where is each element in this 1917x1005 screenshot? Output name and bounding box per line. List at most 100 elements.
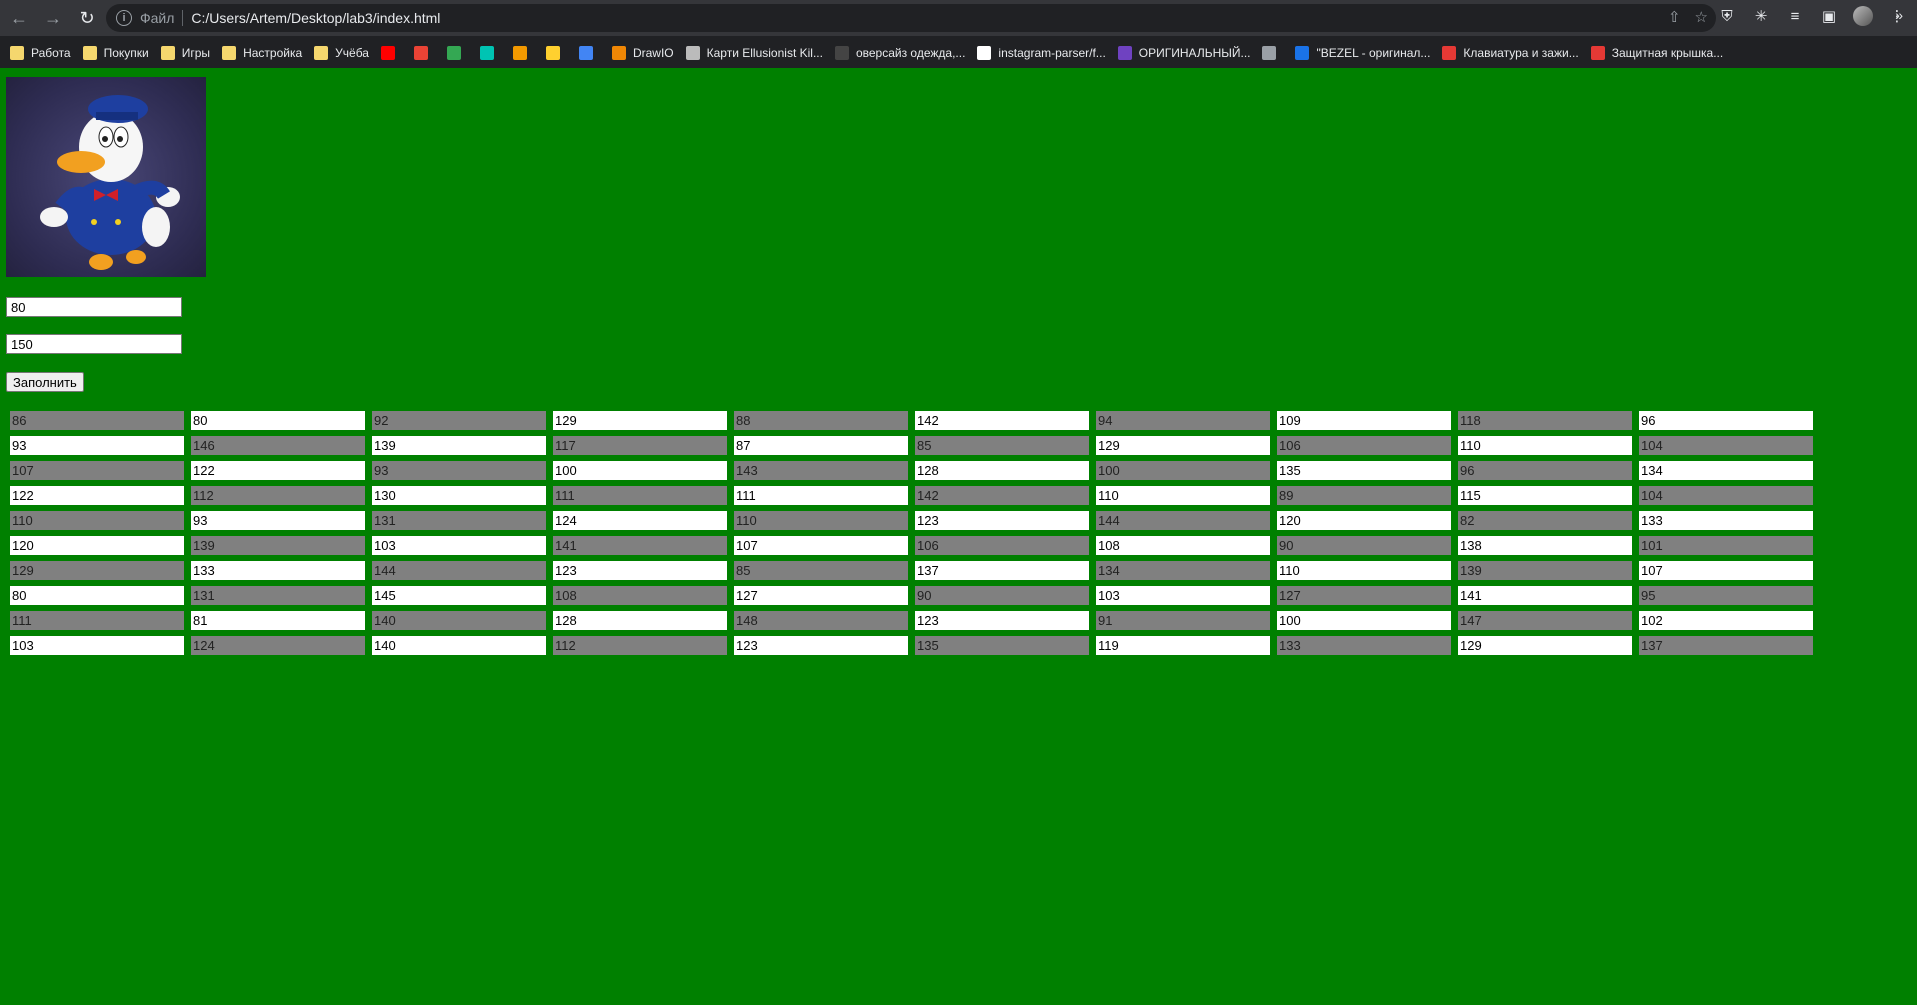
bookmark-item[interactable]: "BEZEL - оригинал... — [1295, 46, 1430, 60]
bookmark-item[interactable]: DrawIO — [611, 46, 674, 60]
table-cell: 124 — [191, 636, 365, 655]
forward-icon[interactable]: → — [38, 3, 68, 33]
table-cell: 102 — [1639, 611, 1813, 630]
bookmark-label: ОРИГИНАЛЬНЫЙ... — [1138, 46, 1251, 60]
table-cell: 81 — [191, 611, 365, 630]
table-cell: 127 — [734, 586, 908, 605]
bookmark-item[interactable] — [578, 46, 600, 60]
bookmark-item[interactable]: ОРИГИНАЛЬНЫЙ... — [1117, 46, 1251, 60]
table-cell: 129 — [1096, 436, 1270, 455]
table-cell: 128 — [915, 461, 1089, 480]
table-cell: 93 — [191, 511, 365, 530]
bookmark-item[interactable]: Клавиатура и зажи... — [1442, 46, 1579, 60]
table-cell: 141 — [1458, 586, 1632, 605]
bookmark-item[interactable]: оверсайз одежда,... — [834, 46, 966, 60]
chevron-right-icon[interactable]: » — [1895, 7, 1903, 23]
table-cell: 123 — [553, 561, 727, 580]
puzzle-icon[interactable]: ✳ — [1751, 6, 1771, 26]
table-cell: 91 — [1096, 611, 1270, 630]
table-cell: 111 — [734, 486, 908, 505]
table-cell: 131 — [191, 586, 365, 605]
info-icon[interactable]: i — [116, 10, 132, 26]
table-cell: 90 — [915, 586, 1089, 605]
bookmark-label: Игры — [181, 46, 211, 60]
bookmark-item[interactable]: Защитная крышка... — [1590, 46, 1724, 60]
address-divider — [182, 10, 184, 26]
table-cell: 142 — [915, 486, 1089, 505]
bezel-icon — [1295, 46, 1310, 60]
star-icon[interactable]: ☆ — [1695, 8, 1708, 26]
bookmark-item[interactable]: instagram-parser/f... — [977, 46, 1106, 60]
table-cell: 122 — [191, 461, 365, 480]
table-cell: 96 — [1458, 461, 1632, 480]
table-cell: 103 — [10, 636, 184, 655]
table-cell: 101 — [1639, 536, 1813, 555]
fill-button[interactable]: Заполнить — [6, 372, 84, 392]
bookmark-label: DrawIO — [632, 46, 674, 60]
scheme-label: Файл — [140, 10, 175, 26]
url-text[interactable]: C:/Users/Artem/Desktop/lab3/index.html — [191, 10, 440, 26]
miro-icon — [545, 46, 560, 60]
table-cell: 104 — [1639, 436, 1813, 455]
bookmark-label: Защитная крышка... — [1611, 46, 1724, 60]
bookmark-item[interactable] — [1262, 46, 1283, 60]
table-cell: 111 — [10, 611, 184, 630]
folder-icon — [10, 46, 24, 60]
bookmark-item[interactable] — [479, 46, 501, 60]
table-cell: 80 — [191, 411, 365, 430]
bookmark-item[interactable] — [512, 46, 534, 60]
min-value-input[interactable] — [6, 297, 182, 317]
bookmark-item[interactable]: Учёба — [314, 46, 369, 60]
table-cell: 100 — [553, 461, 727, 480]
bookmark-item[interactable] — [545, 46, 567, 60]
table-cell: 123 — [915, 511, 1089, 530]
table-cell: 134 — [1639, 461, 1813, 480]
share-icon[interactable]: ⇧ — [1668, 8, 1681, 26]
side-panel-icon[interactable]: ▣ — [1819, 6, 1839, 26]
youtube-icon — [380, 46, 395, 60]
table-cell: 110 — [1096, 486, 1270, 505]
table-cell: 110 — [1458, 436, 1632, 455]
bookmark-item[interactable]: Работа — [10, 46, 71, 60]
table-cell: 146 — [191, 436, 365, 455]
table-cell: 86 — [10, 411, 184, 430]
profile-avatar[interactable] — [1853, 6, 1873, 26]
table-cell: 100 — [1096, 461, 1270, 480]
table-cell: 144 — [372, 561, 546, 580]
bookmark-item[interactable] — [413, 46, 435, 60]
shield-bm-icon — [578, 46, 593, 60]
bookmark-item[interactable]: Карти Ellusionist Kil... — [685, 46, 823, 60]
table-cell: 109 — [1277, 411, 1451, 430]
table-cell: 139 — [1458, 561, 1632, 580]
table-cell: 130 — [372, 486, 546, 505]
bookmark-label: оверсайз одежда,... — [855, 46, 966, 60]
cards-icon — [685, 46, 700, 60]
table-cell: 89 — [1277, 486, 1451, 505]
max-value-input[interactable] — [6, 334, 182, 354]
bookmark-item[interactable]: Покупки — [82, 46, 149, 60]
back-icon[interactable]: ← — [4, 3, 34, 33]
folder-icon — [160, 46, 175, 60]
table-cell: 123 — [915, 611, 1089, 630]
address-bar[interactable]: i Файл C:/Users/Artem/Desktop/lab3/index… — [106, 4, 1716, 32]
table-cell: 135 — [1277, 461, 1451, 480]
duck-illustration — [40, 95, 180, 270]
shield-extension-icon[interactable]: ⛨ — [1717, 6, 1737, 26]
table-cell: 103 — [372, 536, 546, 555]
reading-list-icon[interactable]: ≡ — [1785, 6, 1805, 26]
table-cell: 120 — [1277, 511, 1451, 530]
table-cell: 94 — [1096, 411, 1270, 430]
reload-icon[interactable]: ↻ — [72, 3, 102, 33]
bookmark-item[interactable] — [380, 46, 402, 60]
bookmark-item[interactable] — [446, 46, 468, 60]
table-cell: 103 — [1096, 586, 1270, 605]
table-cell: 110 — [10, 511, 184, 530]
bookmark-label: Работа — [31, 46, 71, 60]
bookmarks-bar: Работа Покупки Игры Настройка Учёба DrawIO Кар… — [0, 38, 1917, 68]
table-cell: 147 — [1458, 611, 1632, 630]
table-cell: 138 — [1458, 536, 1632, 555]
address-actions: ⇧ ☆ — [1668, 8, 1708, 26]
table-cell: 124 — [553, 511, 727, 530]
bookmark-item[interactable]: Настройка — [222, 46, 302, 60]
bookmark-item[interactable]: Игры — [160, 46, 211, 60]
